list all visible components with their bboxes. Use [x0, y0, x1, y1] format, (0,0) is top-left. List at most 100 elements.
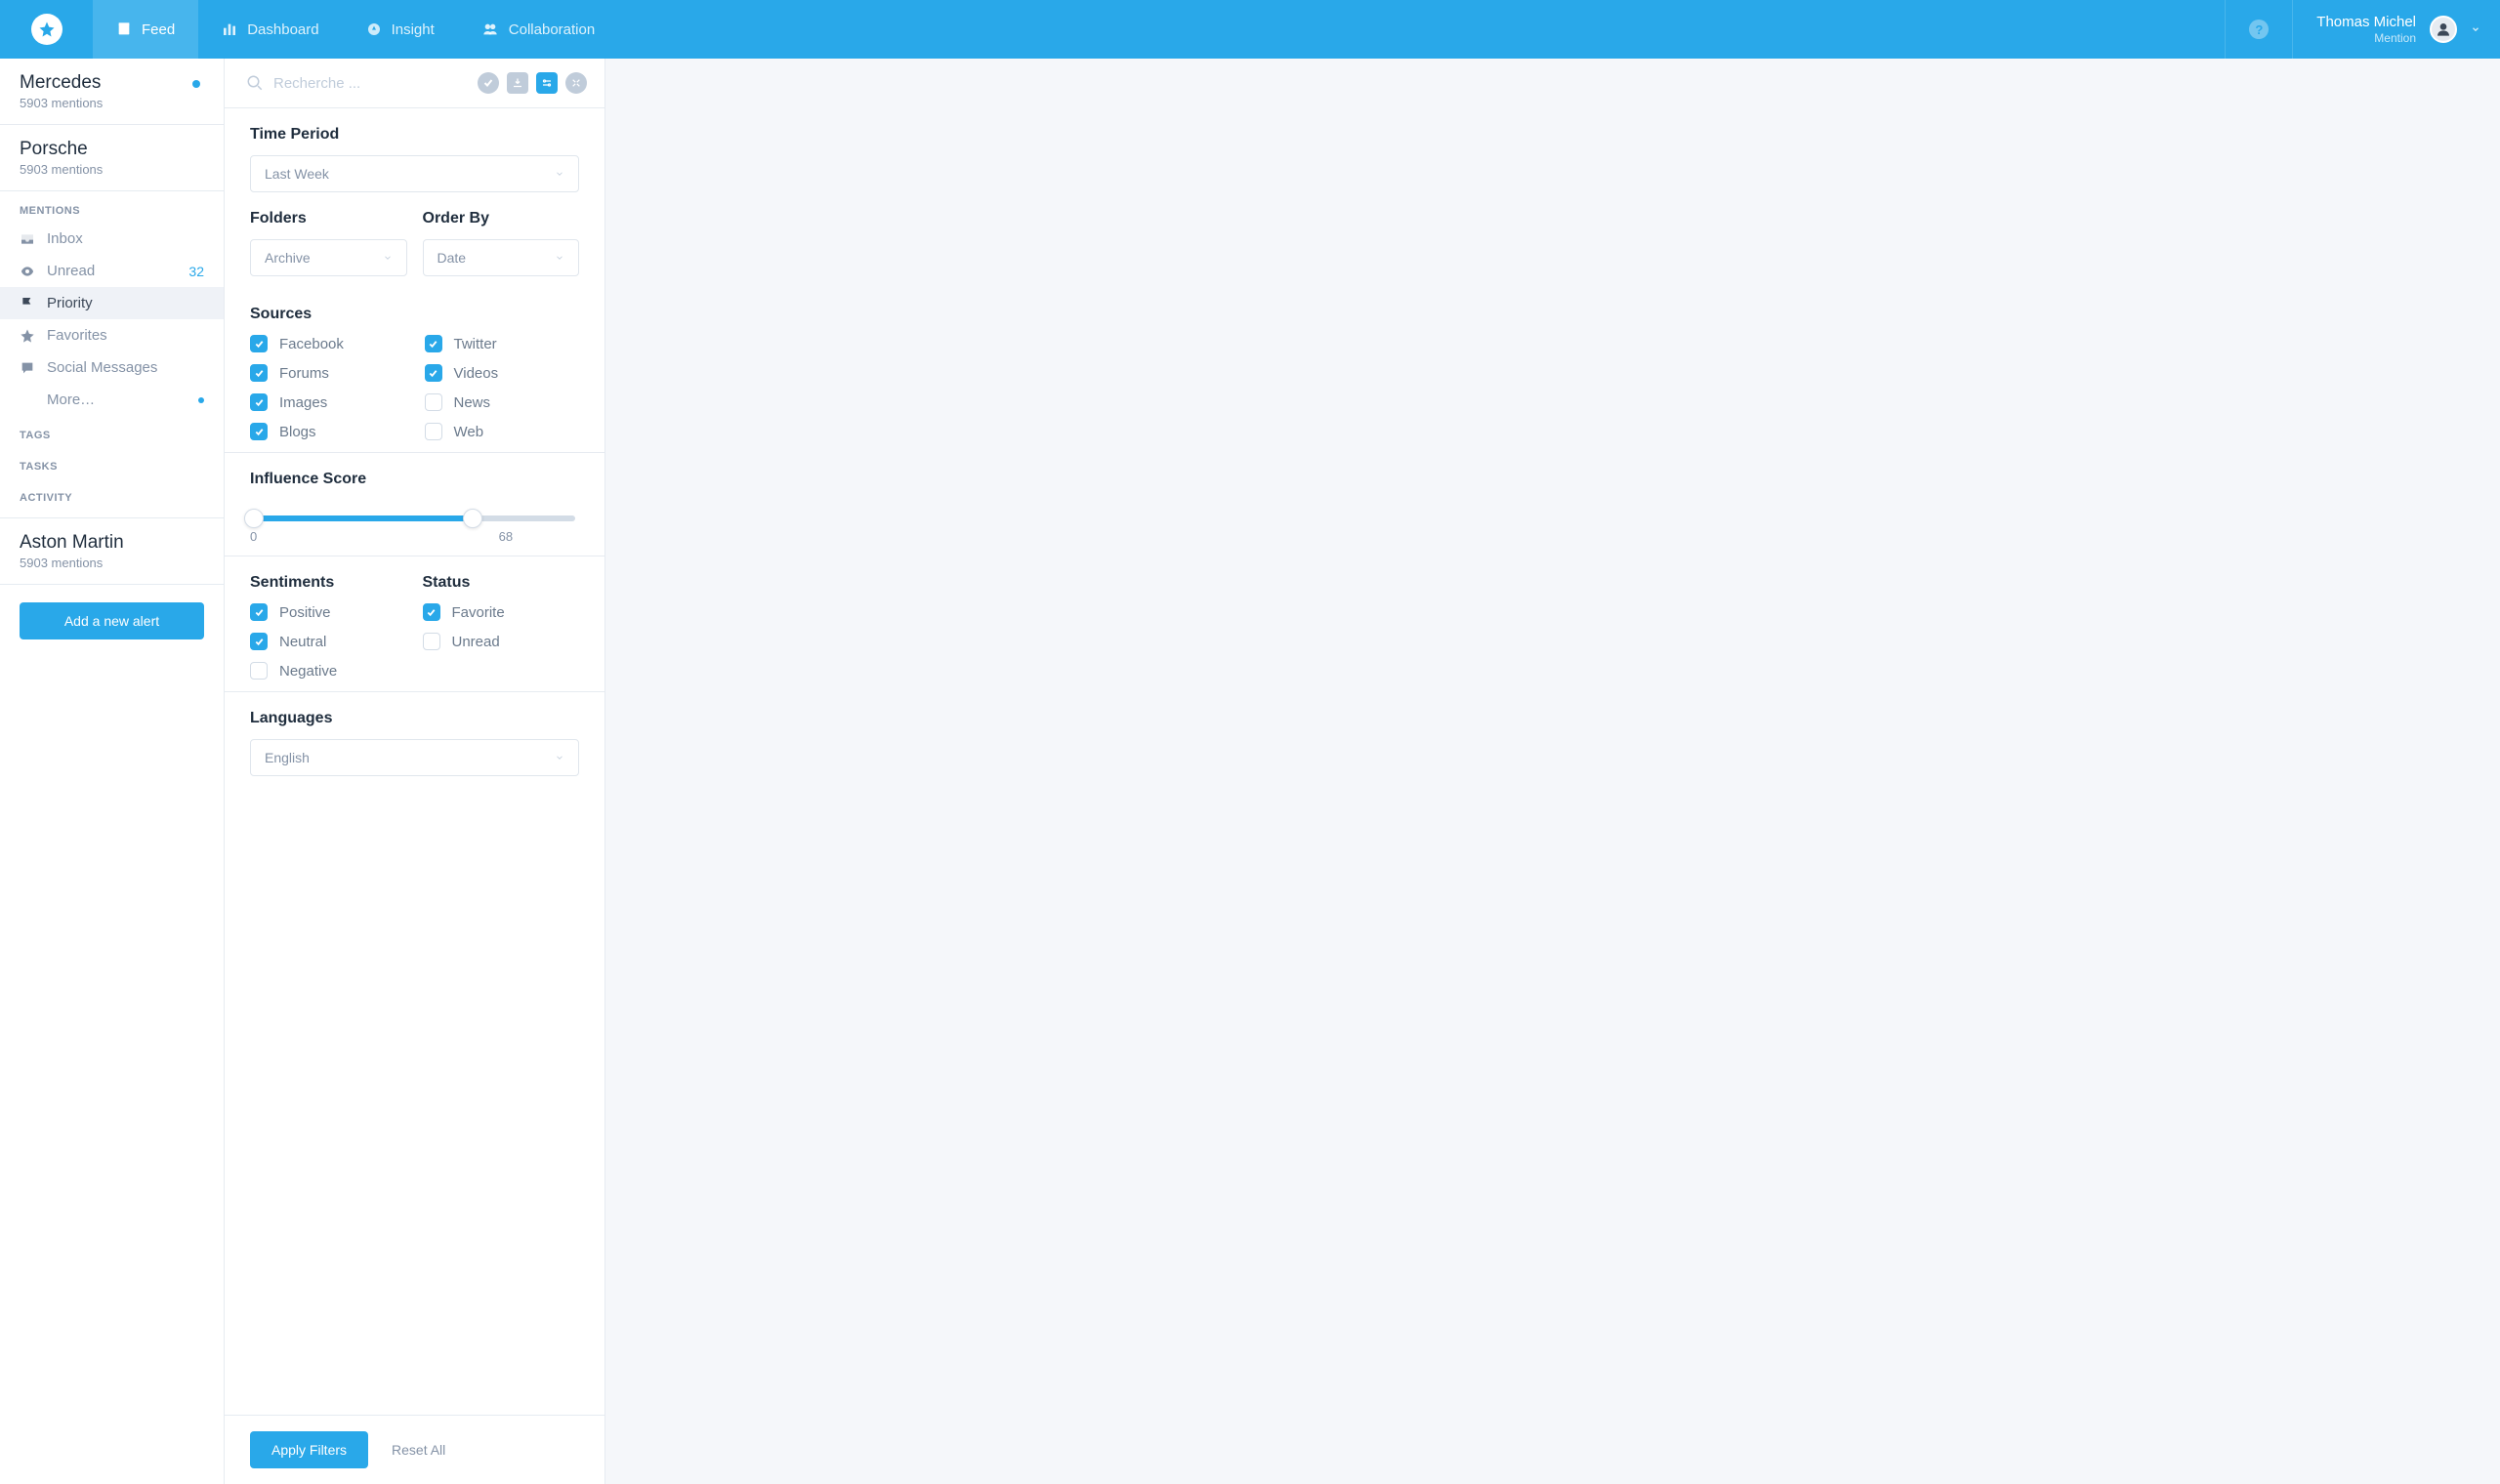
sources-title: Sources	[250, 306, 579, 323]
checkbox-box	[250, 662, 268, 680]
avatar	[2430, 16, 2457, 43]
select-value: English	[265, 750, 310, 765]
sidebar-item-more[interactable]: More…	[0, 384, 224, 416]
checkbox-label: Videos	[454, 365, 499, 382]
checkbox-box	[425, 423, 442, 440]
alert-mercedes[interactable]: Mercedes 5903 mentions	[0, 59, 224, 125]
slider-min-label: 0	[250, 529, 257, 544]
checkbox-label: Blogs	[279, 424, 316, 440]
inbox-icon	[20, 231, 35, 247]
sidebar-item-favorites[interactable]: Favorites	[0, 319, 224, 351]
folders-title: Folders	[250, 210, 407, 227]
chevron-down-icon	[555, 169, 564, 179]
influence-title: Influence Score	[250, 471, 579, 488]
checkbox-blogs[interactable]: Blogs	[250, 423, 405, 440]
checkbox-box	[425, 393, 442, 411]
section-tags[interactable]: TAGS	[0, 416, 224, 447]
checkbox-favorite[interactable]: Favorite	[423, 603, 580, 621]
nav-feed[interactable]: Feed	[93, 0, 198, 59]
alert-sub: 5903 mentions	[20, 162, 204, 177]
nav-label: Feed	[142, 21, 175, 38]
chevron-down-icon	[383, 253, 393, 263]
check-icon[interactable]	[478, 72, 499, 94]
checkbox-neutral[interactable]: Neutral	[250, 633, 407, 650]
chevron-down-icon	[555, 753, 564, 763]
checkbox-web[interactable]: Web	[425, 423, 580, 440]
download-icon[interactable]	[507, 72, 528, 94]
filter-icon[interactable]	[536, 72, 558, 94]
checkbox-news[interactable]: News	[425, 393, 580, 411]
chevron-down-icon	[555, 253, 564, 263]
slider-handle-min[interactable]	[244, 509, 264, 528]
sidebar-item-label: Inbox	[47, 230, 204, 247]
section-activity[interactable]: ACTIVITY	[0, 478, 224, 517]
checkbox-box	[423, 633, 440, 650]
apply-filters-button[interactable]: Apply Filters	[250, 1431, 368, 1468]
checkbox-negative[interactable]: Negative	[250, 662, 407, 680]
sidebar-item-inbox[interactable]: Inbox	[0, 223, 224, 255]
alert-porsche[interactable]: Porsche 5903 mentions	[0, 125, 224, 191]
checkbox-label: Forums	[279, 365, 329, 382]
time-period-select[interactable]: Last Week	[250, 155, 579, 192]
slider-handle-max[interactable]	[463, 509, 482, 528]
sidebar: Mercedes 5903 mentions Porsche 5903 ment…	[0, 59, 225, 1484]
nav-label: Insight	[392, 21, 435, 38]
sidebar-item-unread[interactable]: Unread 32	[0, 255, 224, 287]
sidebar-item-label: Favorites	[47, 327, 204, 344]
sentiments-title: Sentiments	[250, 574, 407, 592]
insight-icon	[366, 21, 382, 37]
alert-aston-martin[interactable]: Aston Martin 5903 mentions	[0, 517, 224, 585]
alert-sub: 5903 mentions	[20, 556, 204, 570]
order-by-select[interactable]: Date	[423, 239, 580, 276]
select-value: Last Week	[265, 166, 329, 182]
feed-icon	[116, 21, 132, 37]
checkbox-box	[425, 364, 442, 382]
reset-all-link[interactable]: Reset All	[392, 1442, 445, 1458]
logo[interactable]	[0, 0, 93, 59]
help-icon: ?	[2249, 20, 2269, 39]
user-sub: Mention	[2316, 31, 2416, 45]
flag-icon	[20, 296, 35, 311]
alert-sub: 5903 mentions	[20, 96, 204, 110]
checkbox-box	[250, 423, 268, 440]
time-period-title: Time Period	[250, 126, 579, 144]
sidebar-item-label: More…	[47, 392, 187, 408]
alert-title: Aston Martin	[20, 532, 204, 554]
sidebar-item-label: Social Messages	[47, 359, 204, 376]
checkbox-videos[interactable]: Videos	[425, 364, 580, 382]
checkbox-box	[250, 364, 268, 382]
checkbox-box	[425, 335, 442, 352]
nav-collaboration[interactable]: Collaboration	[458, 0, 618, 59]
sidebar-item-social[interactable]: Social Messages	[0, 351, 224, 384]
checkbox-unread[interactable]: Unread	[423, 633, 580, 650]
help-button[interactable]: ?	[2225, 0, 2292, 59]
user-menu[interactable]: Thomas Michel Mention	[2292, 0, 2500, 59]
checkbox-images[interactable]: Images	[250, 393, 405, 411]
select-value: Date	[438, 250, 467, 266]
checkbox-label: Web	[454, 424, 484, 440]
languages-select[interactable]: English	[250, 739, 579, 776]
active-dot	[192, 80, 200, 88]
checkbox-label: Favorite	[452, 604, 505, 621]
checkbox-label: News	[454, 394, 491, 411]
expand-icon[interactable]	[565, 72, 587, 94]
checkbox-forums[interactable]: Forums	[250, 364, 405, 382]
checkbox-label: Negative	[279, 663, 337, 680]
folders-select[interactable]: Archive	[250, 239, 407, 276]
checkbox-box	[423, 603, 440, 621]
add-alert-button[interactable]: Add a new alert	[20, 602, 204, 639]
checkbox-positive[interactable]: Positive	[250, 603, 407, 621]
sidebar-item-label: Priority	[47, 295, 204, 311]
status-title: Status	[423, 574, 580, 592]
filters-panel: Time Period Last Week Folders Archive	[225, 59, 605, 1484]
checkbox-label: Facebook	[279, 336, 344, 352]
influence-slider[interactable]	[254, 515, 575, 521]
checkbox-facebook[interactable]: Facebook	[250, 335, 405, 352]
sidebar-item-priority[interactable]: Priority	[0, 287, 224, 319]
search-input[interactable]	[273, 75, 468, 92]
nav-insight[interactable]: Insight	[343, 0, 458, 59]
section-tasks[interactable]: TASKS	[0, 447, 224, 478]
checkbox-twitter[interactable]: Twitter	[425, 335, 580, 352]
collaboration-icon	[481, 21, 499, 37]
nav-dashboard[interactable]: Dashboard	[198, 0, 342, 59]
